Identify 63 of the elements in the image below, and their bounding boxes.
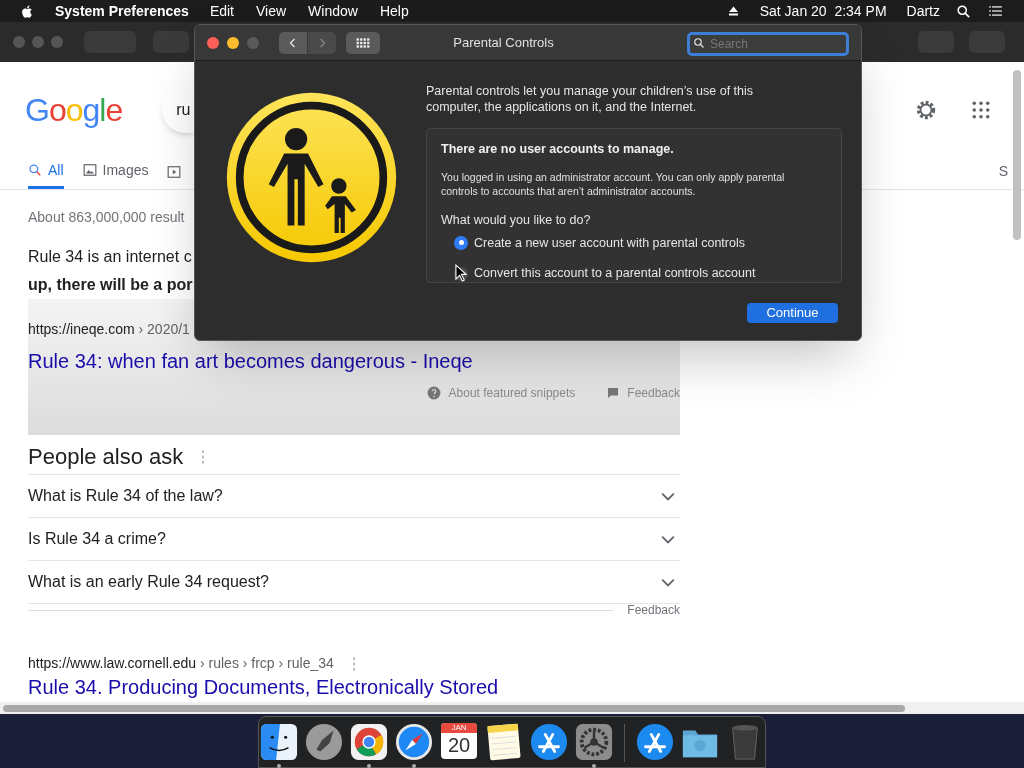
menu-item[interactable]: Edit: [209, 0, 234, 22]
close-button[interactable]: [207, 36, 219, 49]
result-url[interactable]: https://ineqe.com › 2020/1: [28, 319, 190, 340]
list-icon[interactable]: [987, 4, 1004, 18]
search-icon: [693, 36, 705, 49]
panel-heading: There are no user accounts to manage.: [441, 141, 675, 158]
search-icon[interactable]: [956, 3, 971, 19]
horizontal-scrollbar[interactable]: [3, 705, 905, 712]
dock-separator: [624, 724, 625, 762]
menu-item[interactable]: Help: [379, 0, 409, 22]
search-field[interactable]: Search: [687, 31, 849, 56]
snippet-text: Rule 34 is an internet c: [28, 247, 192, 267]
search-tab[interactable]: All: [28, 154, 64, 189]
question-label: What would you like to do?: [441, 211, 592, 229]
chevron-down-icon: [661, 491, 675, 501]
panel-note: You logged in using an administrator account. You can only apply parental controls to accounts that aren’t administrator accounts.: [441, 169, 786, 198]
chevron-down-icon: [661, 534, 675, 544]
question-row[interactable]: Is Rule 34 a crime?: [28, 518, 680, 561]
image-icon: [82, 163, 97, 177]
help-icon[interactable]: [426, 386, 441, 400]
question-row[interactable]: What is an early Rule 34 request?: [28, 561, 680, 604]
window-title: Parental Controls: [452, 33, 555, 52]
menu-item[interactable]: Window: [308, 0, 358, 22]
app-store-icon[interactable]: [530, 723, 568, 761]
search-icon: [28, 163, 42, 177]
result-link[interactable]: Rule 34: when fan art becomes dangerous - Ineqe: [28, 346, 473, 376]
chevron-down-icon: [661, 577, 675, 587]
question-row[interactable]: What is Rule 34 of the law?: [28, 475, 680, 518]
feedback-icon[interactable]: [607, 387, 620, 399]
apps-grid-icon[interactable]: [972, 101, 990, 119]
back-button[interactable]: [279, 31, 307, 54]
minimize-button[interactable]: [227, 36, 239, 49]
cut-off-tab[interactable]: S: [998, 161, 1008, 182]
video-icon[interactable]: [167, 164, 182, 179]
search-field[interactable]: ru: [162, 87, 195, 133]
cursor-icon: [455, 264, 467, 283]
settings-icon[interactable]: [915, 99, 937, 121]
smiling-face-icon[interactable]: [260, 723, 298, 761]
eject-icon[interactable]: [726, 5, 740, 17]
feedback-link[interactable]: Feedback: [627, 601, 680, 619]
intro-text: Parental controls let you manage your children’s use of this computer, the applications on it, and the Internet.: [426, 83, 755, 115]
circle-logo-icon[interactable]: [350, 723, 388, 761]
menu-item[interactable]: View: [256, 0, 287, 22]
result-link[interactable]: Rule 34. Producing Documents, Electronically Stored: [28, 675, 499, 699]
user-name[interactable]: Dartz: [906, 0, 940, 22]
gear-icon[interactable]: [575, 723, 613, 761]
search-tab[interactable]: Images: [82, 154, 149, 189]
parental-controls-icon: [226, 92, 397, 263]
radio-option[interactable]: Create a new user account with parental controls: [454, 233, 827, 253]
app-store-icon[interactable]: [636, 723, 674, 761]
app-menu[interactable]: System Preferences: [55, 0, 189, 22]
result-url[interactable]: https://www.law.cornell.edu › rules › frcp › rule_34: [28, 653, 334, 674]
continue-button[interactable]: Continue: [747, 303, 838, 323]
show-all-button[interactable]: [346, 31, 380, 54]
section-heading: People also ask: [28, 443, 184, 471]
result-count: About 863,000,000 result: [28, 208, 185, 227]
logo: Google: [25, 91, 123, 130]
vertical-scrollbar[interactable]: [1013, 70, 1021, 240]
clock[interactable]: Sat Jan 20 2:34 PM: [759, 0, 887, 22]
notepad-icon[interactable]: [485, 723, 523, 761]
compass-icon[interactable]: [395, 723, 433, 761]
calendar-icon[interactable]: JAN 20: [441, 723, 477, 759]
snippet-text: up, there will be a por: [28, 275, 193, 295]
